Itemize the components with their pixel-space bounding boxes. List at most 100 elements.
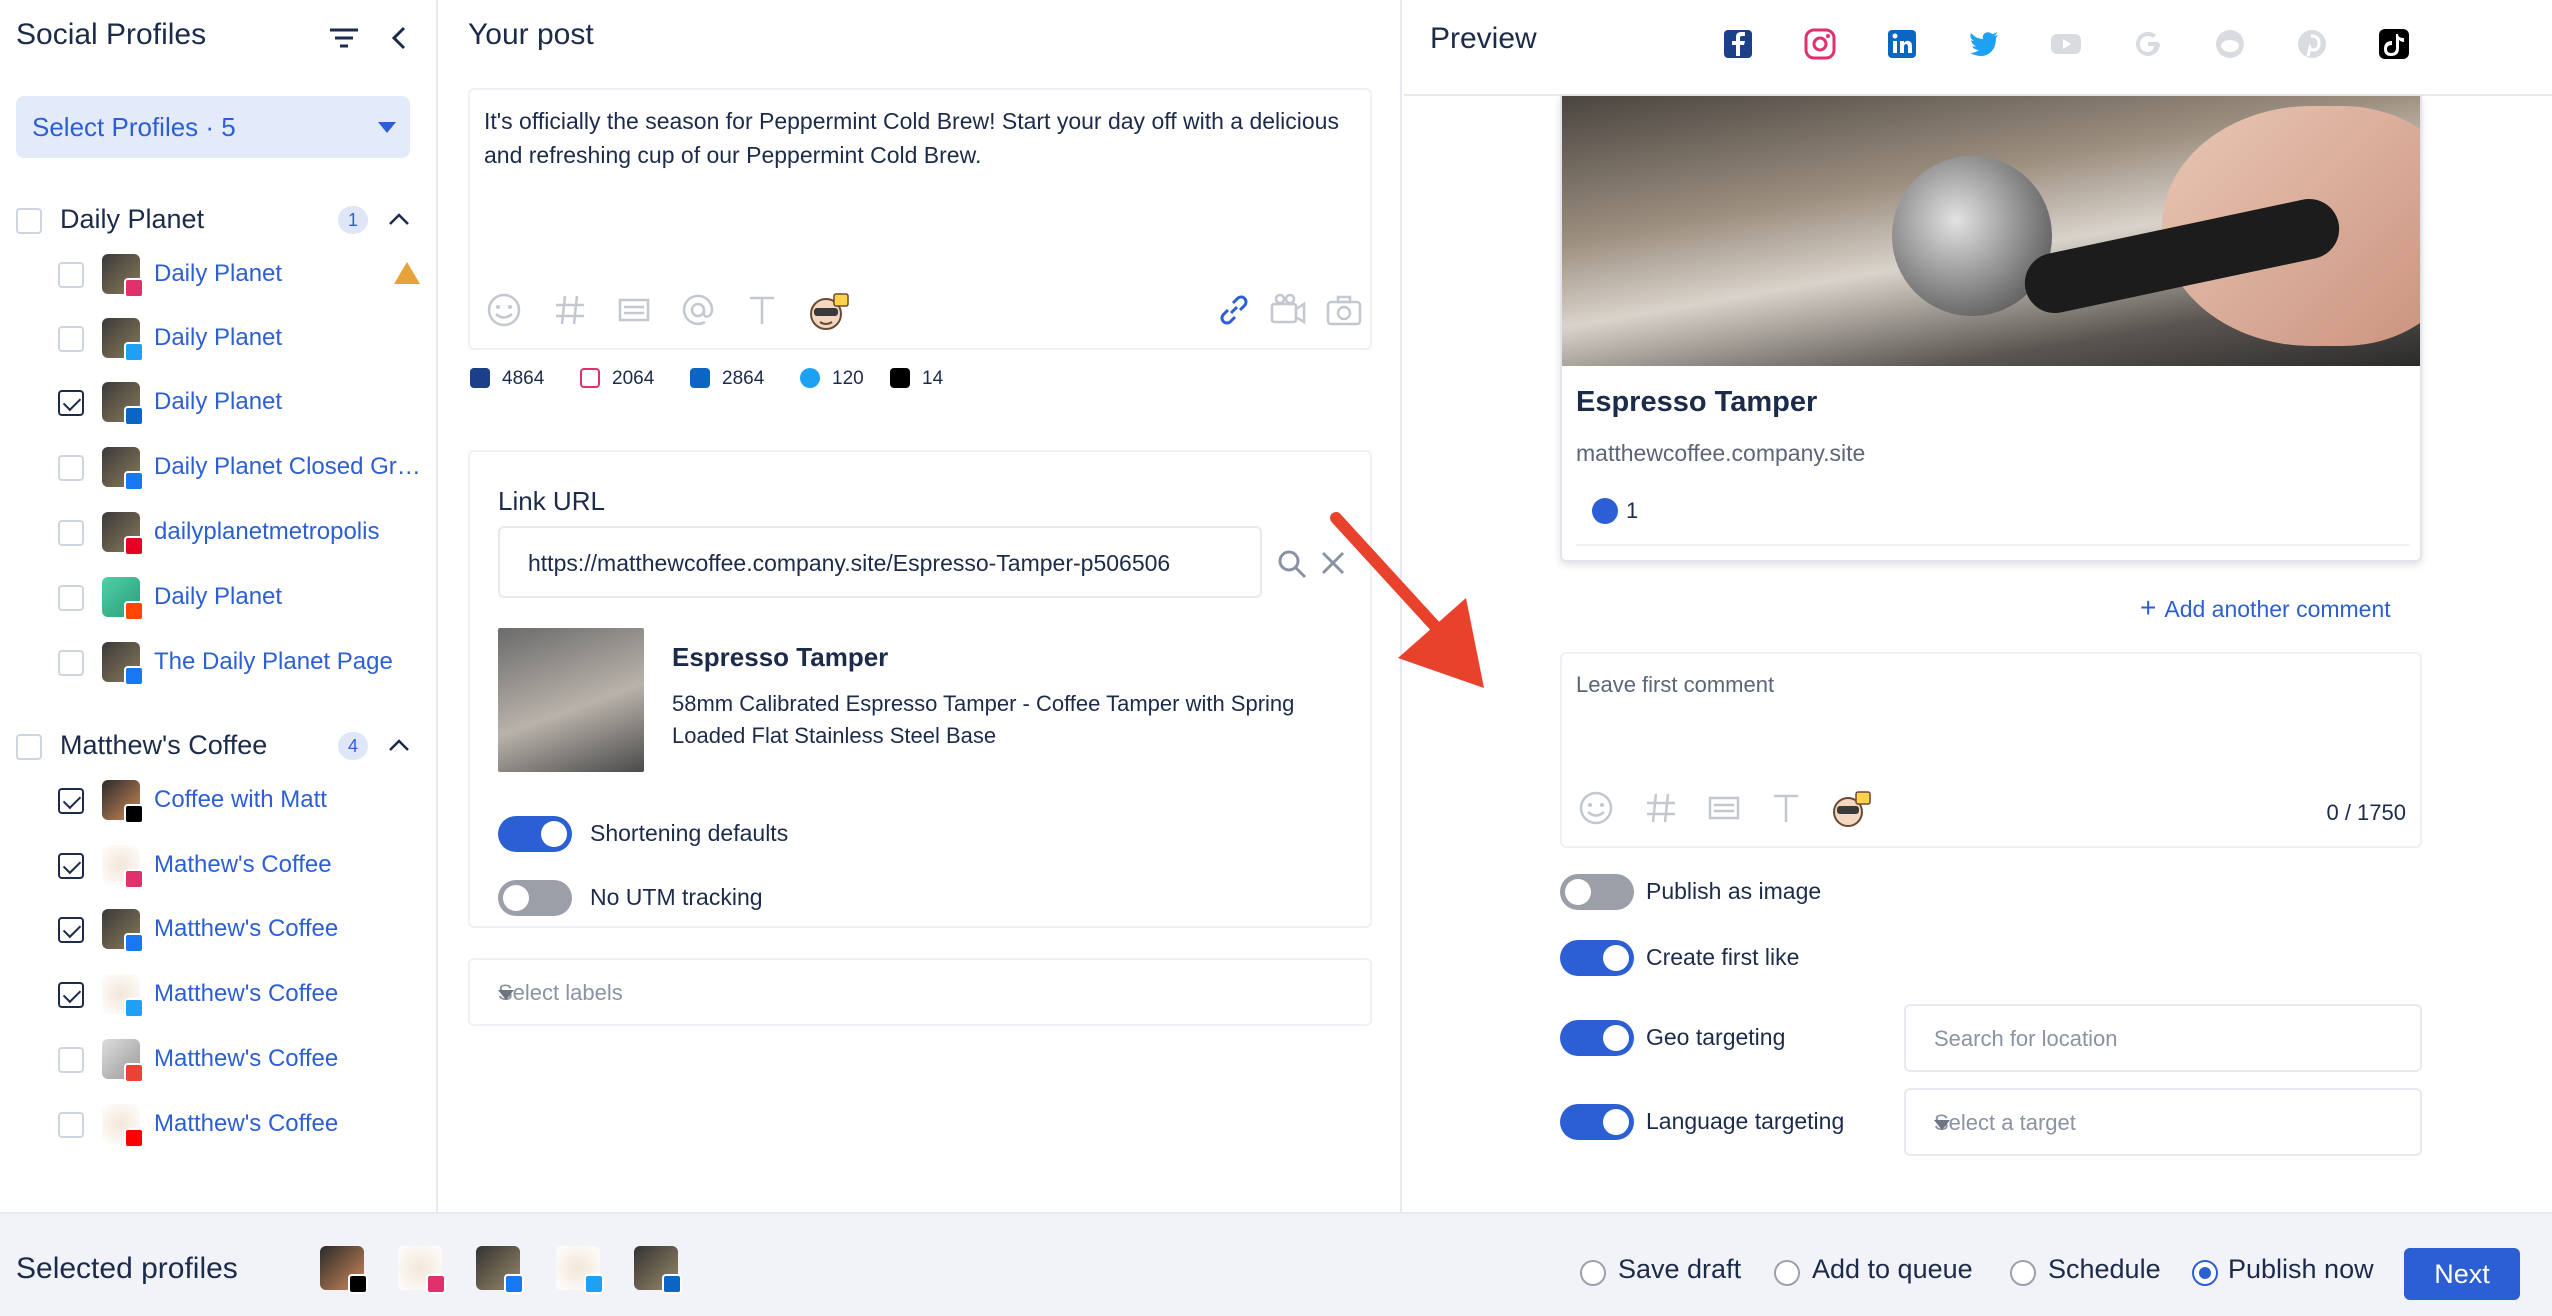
profile-item[interactable]: Daily Planet [58,573,428,623]
link-url-input[interactable]: https://matthewcoffee.company.site/Espre… [498,526,1262,598]
add-another-comment-button[interactable]: + Add another comment [2140,592,2391,624]
ai-assistant-icon[interactable] [806,290,850,334]
hashtag-icon[interactable] [1647,793,1675,823]
search-icon[interactable] [1276,548,1308,580]
first-comment-input[interactable]: Leave first comment 0 / 1750 [1560,652,2422,848]
publish-now-label[interactable]: Publish now [2228,1254,2374,1285]
selected-profiles-label: Selected profiles [16,1252,238,1285]
next-button[interactable]: Next [2404,1248,2520,1300]
profile-checkbox[interactable] [58,326,84,352]
publish-now-radio[interactable] [2192,1260,2218,1286]
tab-youtube-icon[interactable] [2048,26,2084,62]
profile-item[interactable]: dailyplanetmetropolis [58,508,428,558]
profile-item[interactable]: Matthew's Coffee [58,905,428,955]
sidebar-title: Social Profiles [16,18,207,51]
location-search-placeholder: Search for location [1934,1026,2118,1051]
profile-item[interactable]: Matthew's Coffee [58,1100,428,1150]
tab-reddit-icon[interactable] [2212,26,2248,62]
add-to-queue-label[interactable]: Add to queue [1812,1254,1973,1285]
group-count-badge: 1 [338,206,368,234]
location-search-input[interactable]: Search for location [1904,1004,2422,1072]
profile-item[interactable]: The Daily Planet Page [58,638,428,688]
group-checkbox[interactable] [16,734,42,760]
text-block-icon[interactable] [614,290,654,330]
profile-item[interactable]: Mathew's Coffee [58,841,428,891]
post-text-area[interactable]: It's officially the season for Peppermin… [468,88,1372,350]
profile-checkbox[interactable] [58,917,84,943]
profile-item[interactable]: Daily Planet [58,314,428,364]
tab-instagram-icon[interactable] [1802,26,1838,62]
save-draft-label[interactable]: Save draft [1618,1254,1741,1285]
ai-assistant-icon[interactable] [1833,791,1871,827]
preview-link-title[interactable]: Espresso Tamper [1576,386,1817,419]
text-block-icon[interactable] [1708,796,1740,820]
profile-checkbox[interactable] [58,650,84,676]
profile-item[interactable]: Coffee with Matt [58,776,428,826]
profile-checkbox[interactable] [58,455,84,481]
create-first-like-toggle[interactable] [1560,940,1634,976]
chevron-up-icon[interactable] [386,208,412,230]
mention-icon[interactable] [678,290,718,330]
link-preview-title[interactable]: Espresso Tamper [672,642,888,673]
chevron-up-icon[interactable] [386,734,412,756]
selected-profile-avatar[interactable] [476,1246,524,1294]
profile-checkbox[interactable] [58,262,84,288]
hashtag-icon[interactable] [550,290,590,330]
profile-checkbox[interactable] [58,390,84,416]
language-targeting-toggle[interactable] [1560,1104,1634,1140]
profile-item[interactable]: Matthew's Coffee [58,1035,428,1085]
save-draft-radio[interactable] [1580,1260,1606,1286]
camera-icon[interactable] [1324,290,1364,330]
profile-checkbox[interactable] [58,788,84,814]
tab-tiktok-icon[interactable] [2376,26,2412,62]
profile-item[interactable]: Matthew's Coffee [58,970,428,1020]
selected-profile-avatar[interactable] [556,1246,604,1294]
link-icon[interactable] [1214,290,1254,330]
instagram-icon [426,1274,446,1294]
video-icon[interactable] [1268,290,1308,330]
tab-twitter-icon[interactable] [1966,26,2002,62]
select-profiles-dropdown[interactable]: Select Profiles · 5 [16,96,410,158]
group-matthews-coffee[interactable]: Matthew's Coffee 4 [16,724,426,768]
text-format-icon[interactable] [1774,794,1798,822]
geo-targeting-toggle[interactable] [1560,1020,1634,1056]
profile-checkbox[interactable] [58,853,84,879]
selected-profile-avatar[interactable] [398,1246,446,1294]
selected-profile-avatar[interactable] [320,1246,368,1294]
tab-google-icon[interactable] [2130,26,2166,62]
profile-item[interactable]: Daily Planet [58,378,428,428]
profile-checkbox[interactable] [58,1047,84,1073]
post-text[interactable]: It's officially the season for Peppermin… [484,104,1354,172]
collapse-sidebar-icon[interactable] [384,22,416,54]
text-format-icon[interactable] [742,290,782,330]
tab-linkedin-icon[interactable] [1884,26,1920,62]
emoji-icon[interactable] [484,290,524,330]
tab-facebook-icon[interactable] [1720,26,1756,62]
add-to-queue-radio[interactable] [1774,1260,1800,1286]
link-preview-description[interactable]: 58mm Calibrated Espresso Tamper - Coffee… [672,688,1332,752]
group-daily-planet[interactable]: Daily Planet 1 [16,198,426,242]
utm-toggle[interactable] [498,880,572,916]
profile-item[interactable]: Daily Planet Closed Gro... [58,443,428,493]
select-labels-dropdown[interactable]: Select labels [468,958,1372,1026]
schedule-radio[interactable] [2010,1260,2036,1286]
filter-icon[interactable] [326,22,362,54]
publish-as-image-toggle[interactable] [1560,874,1634,910]
profile-checkbox[interactable] [58,520,84,546]
tab-pinterest-icon[interactable] [2294,26,2330,62]
warning-icon[interactable] [394,262,420,284]
profile-avatar [102,974,144,1018]
schedule-label[interactable]: Schedule [2048,1254,2161,1285]
group-checkbox[interactable] [16,208,42,234]
profile-checkbox[interactable] [58,585,84,611]
selected-profile-avatar[interactable] [634,1246,682,1294]
create-first-like-label: Create first like [1646,944,1800,970]
profile-avatar [102,1104,144,1148]
annotation-arrow [1330,512,1484,688]
language-target-dropdown[interactable]: Select a target [1904,1088,2422,1156]
emoji-icon[interactable] [1579,791,1613,825]
shortening-toggle[interactable] [498,816,572,852]
profile-item[interactable]: Daily Planet [58,250,428,300]
profile-checkbox[interactable] [58,982,84,1008]
profile-checkbox[interactable] [58,1112,84,1138]
